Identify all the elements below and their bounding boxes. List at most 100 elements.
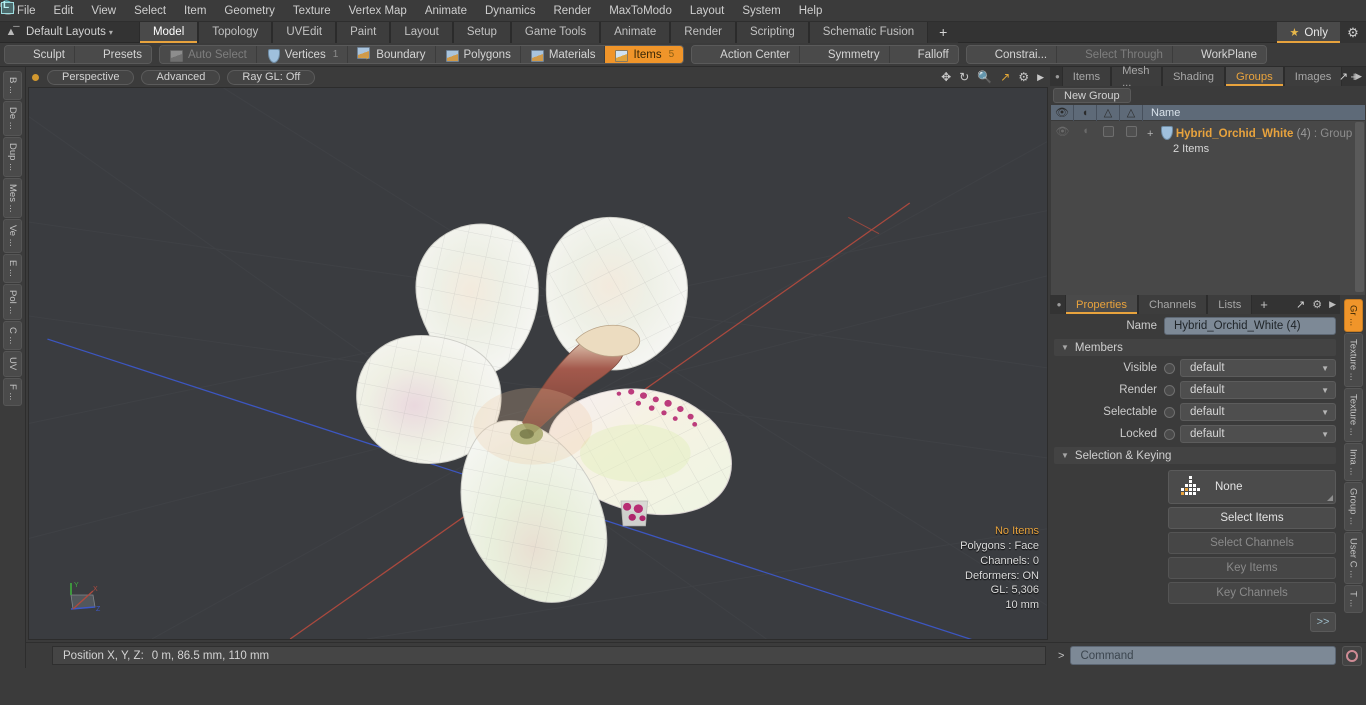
viewport-projection-selector[interactable]: Perspective xyxy=(47,69,135,85)
tab-uvedit[interactable]: UVEdit xyxy=(272,21,337,43)
locked-channel-dot[interactable] xyxy=(1164,428,1175,440)
menu-item-edit[interactable]: Edit xyxy=(45,3,83,19)
tab-lists[interactable]: Lists xyxy=(1207,295,1253,314)
right-strip-tab-tags[interactable]: T ... xyxy=(1343,585,1363,614)
add-tab-button[interactable]: + xyxy=(928,21,959,43)
expand-more-button[interactable]: >> xyxy=(1310,612,1336,632)
properties-menu-icon[interactable]: ● xyxy=(1053,295,1065,314)
right-strip-tab-images[interactable]: Ima ... xyxy=(1343,442,1363,481)
home-icon[interactable]: ▲̅ xyxy=(0,26,22,38)
left-strip-tab-deform[interactable]: De ... xyxy=(3,100,22,136)
properties-more-icon[interactable]: ▶ xyxy=(1329,299,1336,310)
play-icon[interactable]: ▶ xyxy=(1037,71,1044,83)
auto-select-button[interactable]: Auto Select xyxy=(159,46,257,63)
row-shading-toggle[interactable]: ◖ xyxy=(1074,123,1097,139)
rotate-icon[interactable]: ↻ xyxy=(959,71,969,83)
tab-setup[interactable]: Setup xyxy=(452,21,511,43)
menu-item-dynamics[interactable]: Dynamics xyxy=(476,3,544,19)
select-items-button[interactable]: Select Items xyxy=(1168,507,1336,529)
render-channel-dot[interactable] xyxy=(1164,384,1175,396)
materials-button[interactable]: Materials xyxy=(520,46,606,63)
select-through-button[interactable]: Select Through xyxy=(1057,46,1173,63)
move-icon[interactable]: ✥ xyxy=(941,71,951,83)
expand-row-icon[interactable]: + xyxy=(1147,128,1153,140)
render-dropdown[interactable]: default ▼ xyxy=(1180,381,1336,399)
col-header-wireframe[interactable]: △ xyxy=(1097,104,1120,121)
panel-more-icon[interactable]: ▶ xyxy=(1355,71,1362,82)
constraint-button[interactable]: Constrai... xyxy=(966,46,1058,63)
menu-item-texture[interactable]: Texture xyxy=(284,3,340,19)
presets-button[interactable]: Presets xyxy=(74,46,151,63)
command-input[interactable]: Command xyxy=(1070,646,1336,665)
tab-model[interactable]: Model xyxy=(138,21,199,43)
boundary-button[interactable]: Boundary xyxy=(348,46,436,63)
viewport-raygl-selector[interactable]: Ray GL: Off xyxy=(227,69,316,85)
right-strip-tab-texture-1[interactable]: Texture ... xyxy=(1343,333,1363,387)
menu-item-vertex-map[interactable]: Vertex Map xyxy=(340,3,416,19)
tab-scripting[interactable]: Scripting xyxy=(735,21,809,43)
tab-groups[interactable]: Groups xyxy=(1225,67,1284,86)
selectable-channel-dot[interactable] xyxy=(1164,406,1175,418)
col-header-ghost[interactable]: △ xyxy=(1120,104,1143,121)
action-center-button[interactable]: Action Center xyxy=(692,46,800,63)
tab-items[interactable]: Items xyxy=(1061,67,1112,86)
col-header-visibility[interactable]: 👁 xyxy=(1051,104,1074,121)
sculpt-button[interactable]: Sculpt xyxy=(5,46,75,63)
symmetry-button[interactable]: Symmetry xyxy=(799,46,890,63)
vertices-button[interactable]: Vertices 1 xyxy=(256,46,349,63)
left-strip-tab-fusion[interactable]: F ... xyxy=(3,377,22,406)
expand-properties-icon[interactable]: ↗ xyxy=(1296,298,1305,311)
menu-item-geometry[interactable]: Geometry xyxy=(215,3,284,19)
left-strip-tab-basic[interactable]: B ... xyxy=(3,71,22,100)
row-visibility-toggle[interactable]: 👁 xyxy=(1051,123,1074,139)
tab-game-tools[interactable]: Game Tools xyxy=(510,21,601,43)
visible-dropdown[interactable]: default ▼ xyxy=(1180,359,1336,377)
polygons-button[interactable]: Polygons xyxy=(435,46,521,63)
tab-layout[interactable]: Layout xyxy=(390,21,453,43)
zoom-icon[interactable]: 🔍 xyxy=(977,71,992,83)
tab-render[interactable]: Render xyxy=(670,21,736,43)
falloff-button[interactable]: Falloff xyxy=(889,46,958,63)
record-macro-button[interactable] xyxy=(1342,645,1362,666)
fit-icon[interactable]: ↗ xyxy=(1000,71,1010,83)
tab-schematic-fusion[interactable]: Schematic Fusion xyxy=(808,21,929,43)
table-row[interactable]: 👁 ◖ + Hybrid_Orchid_White (4) : Group 2 … xyxy=(1051,121,1365,155)
tree-scrollbar[interactable] xyxy=(1355,122,1364,292)
viewport-shading-selector[interactable]: Advanced xyxy=(141,69,221,85)
selection-keying-section-header[interactable]: ▼ Selection & Keying xyxy=(1054,447,1336,464)
selectable-dropdown[interactable]: default ▼ xyxy=(1180,403,1336,421)
row-ghost-toggle[interactable] xyxy=(1120,123,1143,139)
select-channels-button[interactable]: Select Channels xyxy=(1168,532,1336,554)
tab-topology[interactable]: Topology xyxy=(198,21,273,43)
gear-icon[interactable]: ⚙ xyxy=(1018,71,1029,83)
new-group-button[interactable]: New Group xyxy=(1053,88,1131,103)
items-button[interactable]: Items 5 xyxy=(605,46,684,63)
menu-item-animate[interactable]: Animate xyxy=(416,3,476,19)
menu-item-render[interactable]: Render xyxy=(544,3,600,19)
only-toggle-button[interactable]: ★ Only xyxy=(1277,22,1340,43)
visible-channel-dot[interactable] xyxy=(1164,362,1175,374)
tab-paint[interactable]: Paint xyxy=(336,21,391,43)
menu-item-help[interactable]: Help xyxy=(790,3,832,19)
members-section-header[interactable]: ▼ Members xyxy=(1054,339,1336,356)
group-tree[interactable]: 👁 ◖ △ △ Name 👁 ◖ + Hybrid_Orchid_White (… xyxy=(1051,104,1365,295)
tab-images[interactable]: Images xyxy=(1283,67,1343,86)
selection-preset-button[interactable]: None xyxy=(1168,470,1336,504)
workplane-button[interactable]: WorkPlane xyxy=(1172,46,1266,63)
properties-gear-icon[interactable]: ⚙ xyxy=(1312,298,1322,311)
panel-menu-icon[interactable]: ● xyxy=(1053,67,1062,86)
right-strip-tab-groups[interactable]: Gr ... xyxy=(1343,299,1363,333)
left-strip-tab-uv[interactable]: UV xyxy=(3,351,22,377)
tab-channels[interactable]: Channels xyxy=(1138,295,1208,314)
col-header-shading[interactable]: ◖ xyxy=(1074,104,1097,121)
key-channels-button[interactable]: Key Channels xyxy=(1168,582,1336,604)
layout-selector[interactable]: Default Layouts ▾ xyxy=(22,26,121,38)
name-field[interactable]: Hybrid_Orchid_White (4) xyxy=(1164,317,1336,335)
right-strip-tab-group[interactable]: Group ... xyxy=(1343,481,1363,531)
tab-properties[interactable]: Properties xyxy=(1065,295,1138,314)
expand-panel-icon[interactable]: ↗ xyxy=(1339,70,1348,83)
left-strip-tab-mesh[interactable]: Mes ... xyxy=(3,177,22,219)
left-strip-tab-curve[interactable]: C ... xyxy=(3,320,22,351)
tab-shading[interactable]: Shading xyxy=(1161,67,1226,86)
add-properties-tab-button[interactable]: + xyxy=(1252,295,1276,314)
